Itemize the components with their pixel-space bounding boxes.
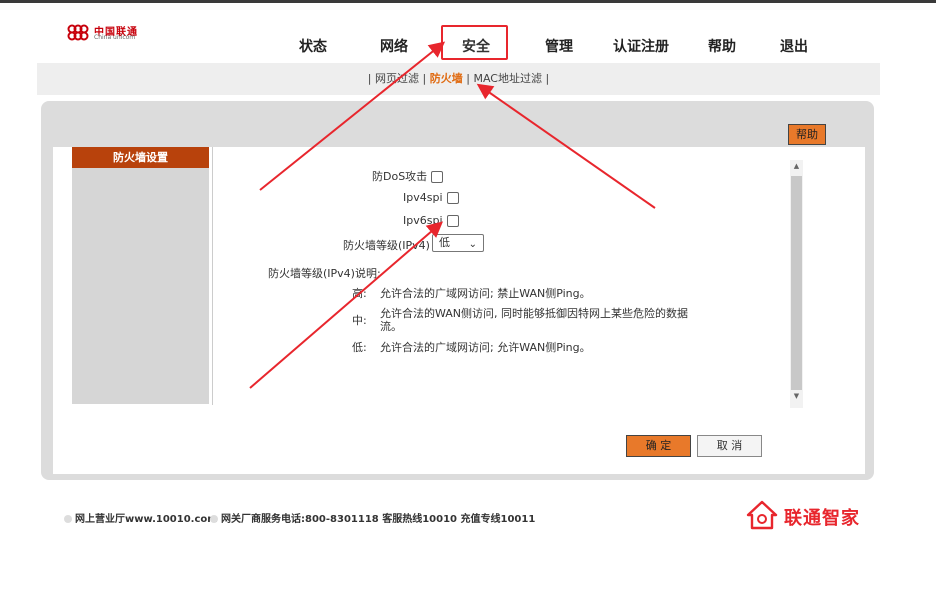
brand-logo: 联通智家 [742, 500, 872, 530]
nav-help[interactable]: 帮助 [708, 36, 736, 56]
level-desc-title: 防火墙等级(IPv4)说明: [268, 267, 381, 280]
level-mid-key: 中: [352, 314, 367, 327]
ipv6spi-label: Ipv6spi [403, 214, 443, 227]
nav-management[interactable]: 管理 [545, 36, 573, 56]
cancel-button[interactable]: 取 消 [697, 435, 762, 457]
firewall-level-value: 低 [439, 236, 450, 249]
sidebar-title[interactable]: 防火墙设置 [72, 147, 209, 168]
ipv4spi-label: Ipv4spi [403, 191, 443, 204]
level-high-text: 允许合法的广域网访问; 禁止WAN侧Ping。 [380, 287, 591, 300]
scroll-up-icon[interactable]: ▲ [790, 162, 803, 176]
top-border [0, 0, 936, 3]
dos-label: 防DoS攻击 [372, 170, 428, 183]
house-icon [746, 500, 778, 530]
chevron-down-icon: ⌄ [468, 239, 477, 250]
nav-auth-register[interactable]: 认证注册 [613, 36, 669, 56]
sub-nav: | 网页过滤 | 防火墙 | MAC地址过滤 | [37, 63, 880, 95]
scroll-thumb[interactable] [791, 176, 802, 390]
level-low-text: 允许合法的广域网访问; 允许WAN侧Ping。 [380, 341, 591, 354]
level-mid-text-2: 流。 [380, 320, 402, 333]
dos-row: 防DoS攻击 [372, 168, 444, 184]
annotation-highlight-box [441, 25, 508, 60]
nav-status[interactable]: 状态 [299, 36, 327, 56]
scroll-down-icon[interactable]: ▼ [790, 392, 803, 406]
ipv4spi-row: Ipv4spi [403, 191, 459, 204]
help-button[interactable]: 帮助 [788, 124, 826, 145]
ok-button[interactable]: 确 定 [626, 435, 691, 457]
brand-text: 联通智家 [784, 508, 860, 529]
ipv6spi-row: Ipv6spi [403, 214, 459, 227]
nav-logout[interactable]: 退出 [780, 36, 808, 56]
subnav-firewall[interactable]: 防火墙 [430, 72, 463, 85]
footer-link-1[interactable]: 网上营业厅www.10010.com [64, 510, 218, 525]
ipv6spi-checkbox[interactable] [446, 215, 459, 227]
nav-network[interactable]: 网络 [380, 36, 408, 56]
firewall-level-select[interactable]: 低 ⌄ [432, 234, 484, 252]
scrollbar[interactable]: ▲ ▼ [790, 160, 803, 408]
dos-checkbox[interactable] [431, 171, 444, 183]
subnav-web-filter[interactable]: 网页过滤 [375, 72, 419, 85]
divider [212, 147, 213, 405]
subnav-mac-filter[interactable]: MAC地址过滤 [473, 72, 542, 85]
sidebar-body [72, 168, 209, 404]
level-mid-text-1: 允许合法的WAN侧访问, 同时能够抵御因特网上某些危险的数据 [380, 307, 689, 320]
ipv4spi-checkbox[interactable] [446, 192, 459, 204]
level-label: 防火墙等级(IPv4) [343, 239, 430, 252]
footer-link-2[interactable]: 网关厂商服务电话:800-8301118 客服热线10010 充值专线10011 [210, 510, 535, 525]
level-high-key: 高: [352, 287, 367, 300]
level-low-key: 低: [352, 341, 367, 354]
